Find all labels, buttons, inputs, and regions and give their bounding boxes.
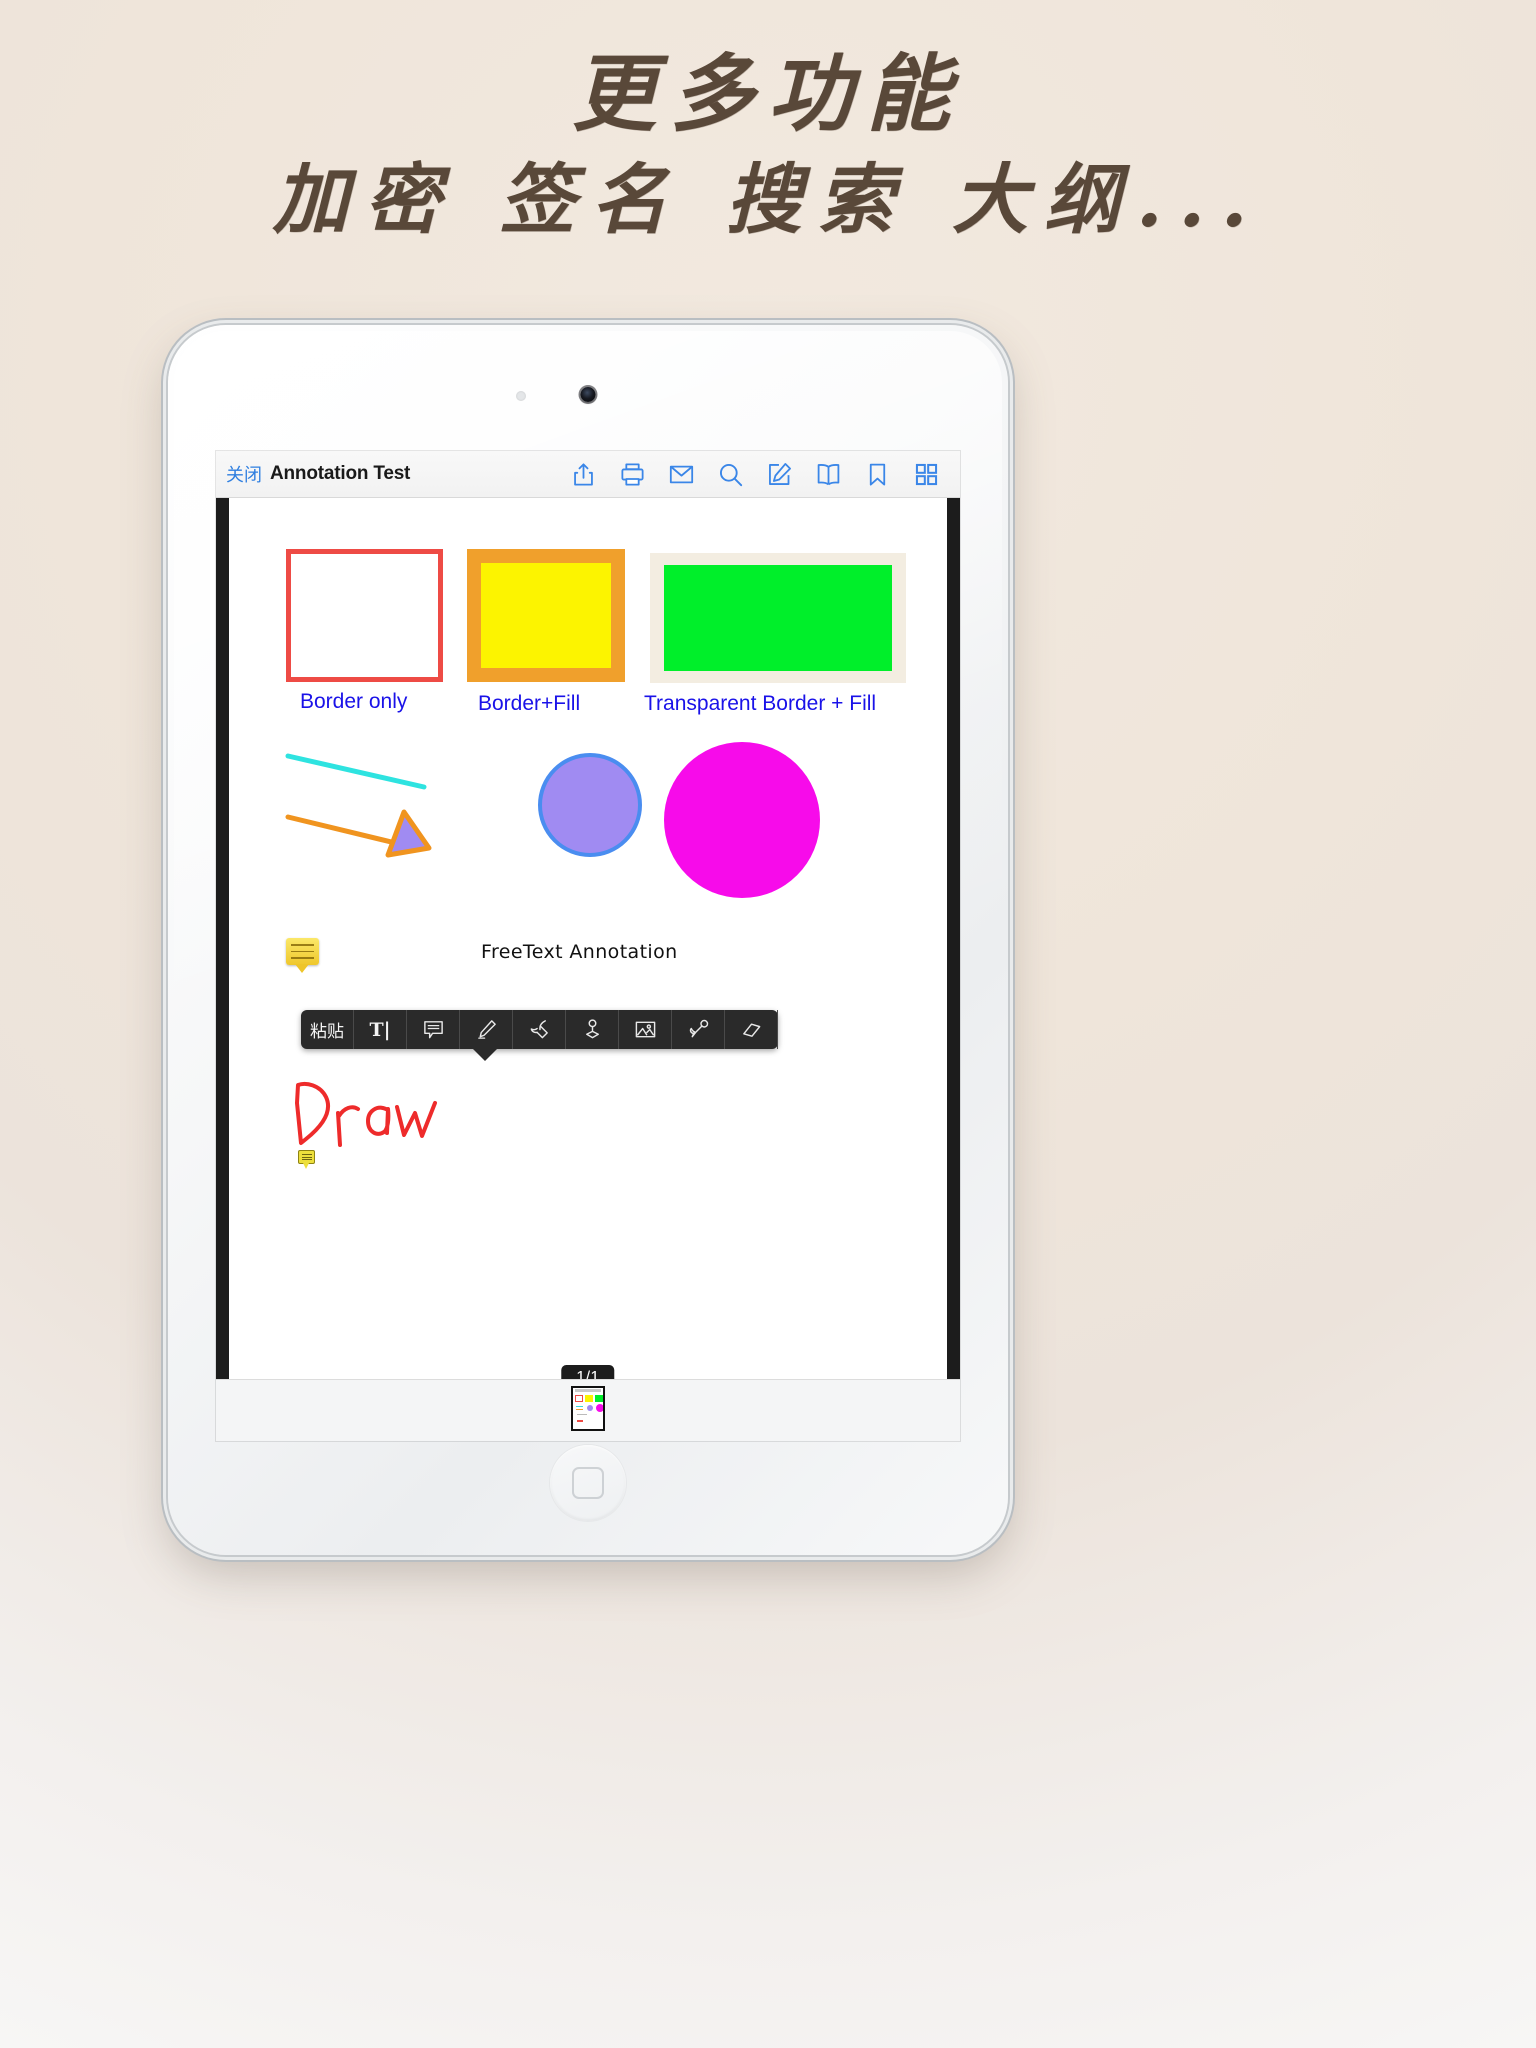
label-border-only: Border only <box>300 690 408 713</box>
label-transparent-border-fill: Transparent Border + Fill <box>644 692 877 715</box>
tablet-screen: 关闭 Annotation Test Border only Border+Fi… <box>216 451 960 1441</box>
thumb-rect-border-fill <box>585 1395 593 1402</box>
paste-menu-label: 粘贴 <box>310 1022 344 1042</box>
thumb-rect-transparent <box>595 1395 603 1402</box>
text-cursor-menu-item[interactable]: T| <box>354 1010 407 1049</box>
label-border-fill: Border+Fill <box>478 692 581 715</box>
pdf-page[interactable]: Border only Border+Fill Transparent Bord… <box>216 498 960 1441</box>
note-icon <box>422 1018 445 1041</box>
ink-letter-r <box>336 1105 360 1147</box>
app-toolbar: 关闭 Annotation Test <box>216 451 960 498</box>
book-icon[interactable] <box>815 461 842 488</box>
note-menu-item[interactable] <box>407 1010 460 1049</box>
tablet-device: 关闭 Annotation Test Border only Border+Fi… <box>168 325 1008 1555</box>
image-menu-item[interactable] <box>619 1010 672 1049</box>
image-icon <box>634 1018 657 1041</box>
ink-letter-w <box>395 1101 437 1138</box>
note-lines-icon <box>291 944 314 959</box>
sticky-note-annotation-icon[interactable] <box>286 938 319 973</box>
text-cursor-menu-label: T| <box>369 1018 391 1041</box>
mail-icon[interactable] <box>668 461 695 488</box>
thumb-circle-magenta <box>596 1404 603 1412</box>
search-icon[interactable] <box>717 461 744 488</box>
context-menu-pointer <box>472 1048 498 1061</box>
marker-icon <box>687 1018 710 1041</box>
bookmark-icon[interactable] <box>864 461 891 488</box>
page-left-gutter <box>216 498 229 1441</box>
ink-note-lines-icon <box>301 1154 312 1160</box>
eraser-menu-item[interactable] <box>725 1010 778 1049</box>
thumb-circle-purple <box>587 1405 593 1411</box>
highlighter-icon <box>475 1018 498 1041</box>
grid-icon[interactable] <box>913 461 940 488</box>
ink-pen-menu-item[interactable] <box>513 1010 566 1049</box>
share-icon[interactable] <box>570 461 597 488</box>
ink-letter-a <box>366 1105 391 1136</box>
square-annotation-border-fill[interactable] <box>467 549 625 682</box>
circle-annotation-magenta[interactable] <box>664 742 820 898</box>
thumb-cyan-line <box>576 1406 583 1407</box>
thumb-header <box>575 1389 601 1392</box>
ambient-sensor-icon <box>516 391 526 401</box>
line-and-circle-annotations-row <box>216 736 960 898</box>
highlighter-menu-item[interactable] <box>460 1010 513 1049</box>
stamp-icon <box>581 1018 604 1041</box>
headline-line-2: 加密 签名 搜索 大纲... <box>272 154 1264 244</box>
thumb-rect-border-only <box>575 1395 583 1402</box>
headline-line-1: 更多功能 <box>571 44 964 143</box>
orange-arrow-head <box>385 809 432 858</box>
freetext-annotation[interactable]: FreeText Annotation <box>481 941 678 963</box>
thumbnail-bar[interactable] <box>216 1379 960 1441</box>
thumb-orange-arrow <box>576 1409 583 1410</box>
front-camera-icon <box>580 387 596 402</box>
square-transparent-fill-area <box>664 565 892 671</box>
print-icon[interactable] <box>619 461 646 488</box>
square-fill-area <box>481 563 611 668</box>
compose-icon[interactable] <box>766 461 793 488</box>
thumb-ink-draw <box>577 1420 583 1422</box>
square-annotation-border-only[interactable] <box>286 549 443 682</box>
annotation-context-menu: 粘贴 T| <box>301 1010 778 1061</box>
toolbar-icon-group <box>570 461 960 488</box>
document-title: Annotation Test <box>270 463 411 484</box>
paste-menu-item[interactable]: 粘贴 <box>301 1010 354 1049</box>
square-annotation-transparent-border-fill[interactable] <box>650 553 906 683</box>
page-right-gutter <box>947 498 960 1441</box>
ink-pen-icon <box>528 1018 551 1041</box>
circle-annotation-purple[interactable] <box>538 753 642 857</box>
home-button[interactable] <box>550 1445 626 1521</box>
ink-letter-D <box>295 1081 330 1145</box>
eraser-icon <box>740 1018 763 1041</box>
close-button[interactable]: 关闭 <box>226 461 262 487</box>
marker-menu-item[interactable] <box>672 1010 725 1049</box>
ink-note-marker[interactable] <box>298 1150 315 1169</box>
cyan-line-annotation <box>285 753 427 790</box>
thumb-freetext <box>577 1414 587 1415</box>
stamp-menu-item[interactable] <box>566 1010 619 1049</box>
promo-headline: 更多功能 加密 签名 搜索 大纲... <box>0 44 1536 257</box>
page-thumbnail[interactable] <box>571 1386 605 1431</box>
